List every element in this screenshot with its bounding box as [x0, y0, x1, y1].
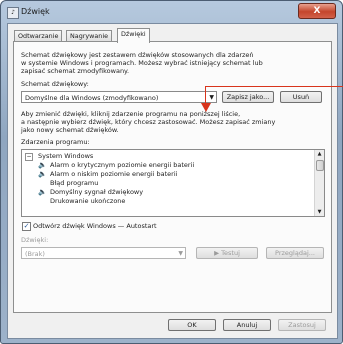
intro-line-1: Schemat dźwiękowy jest zestawem dźwięków… — [21, 51, 254, 59]
intro-line-3: zapisać schemat zmodyfikowany. — [21, 67, 130, 75]
hint-line-3: jako nowy schemat dźwięków. — [21, 126, 119, 134]
scroll-up-icon[interactable]: ▲ — [315, 150, 324, 158]
list-item-label: Domyślny sygnał dźwiękowy — [50, 188, 144, 196]
callout-arrow-head — [201, 103, 211, 112]
startup-sound-label: Odtwórz dźwięk Windows — Autostart — [33, 222, 157, 230]
list-item-label: Alarm o niskim poziomie energii baterii — [50, 170, 178, 178]
startup-sound-checkbox[interactable]: ✓ — [22, 222, 31, 231]
list-item-label: Drukowanie ukończone — [50, 197, 126, 205]
sounds-tab-panel: Schemat dźwiękowy jest zestawem dźwięków… — [13, 41, 332, 313]
list-item[interactable]: Błąd programu — [38, 179, 314, 188]
hint-line-2: a następnie wybierz dźwięk, który chcesz… — [21, 118, 276, 126]
title-bar[interactable]: ♪ Dźwięk X — [1, 1, 342, 23]
scheme-dropdown[interactable]: Domyślne dla Windows (zmodyfikowano) ▼ — [21, 91, 217, 103]
save-as-button[interactable]: Zapisz jako... — [222, 91, 274, 103]
sounds-label: Dźwięki: — [21, 236, 49, 244]
speaker-icon: 🔈 — [38, 188, 47, 196]
list-scrollbar[interactable]: ▲ ▼ — [314, 150, 324, 216]
cancel-button[interactable]: Anuluj — [223, 319, 271, 331]
callout-arrow-line — [205, 86, 343, 87]
list-item-label: Błąd programu — [50, 179, 99, 187]
scroll-thumb[interactable] — [316, 160, 324, 171]
events-label: Zdarzenia programu: — [21, 138, 90, 146]
sound-dialog-window: ♪ Dźwięk X Odtwarzanie Nagrywanie Dźwięk… — [0, 0, 343, 344]
ok-button[interactable]: OK — [168, 319, 216, 331]
speaker-app-icon: ♪ — [7, 7, 19, 19]
scheme-dropdown-value: Domyślne dla Windows (zmodyfikowano) — [25, 94, 159, 102]
tree-group-row[interactable]: − System Windows — [24, 152, 314, 161]
sounds-dropdown-value: (Brak) — [25, 250, 45, 258]
list-item[interactable]: 🔈 Domyślny sygnał dźwiękowy — [38, 188, 314, 197]
list-item[interactable]: 🔈 Alarm o niskim poziomie energii bateri… — [38, 170, 314, 179]
tab-sounds[interactable]: Dźwięki — [117, 28, 150, 43]
apply-button[interactable]: Zastosuj — [278, 319, 326, 331]
speaker-icon: 🔈 — [38, 161, 47, 169]
play-icon: ▶ — [214, 249, 220, 257]
callout-arrow-stem — [205, 86, 206, 103]
list-item[interactable]: Drukowanie ukończone — [38, 197, 314, 206]
speaker-icon: 🔈 — [38, 170, 47, 178]
intro-line-2: w systemie Windows i programach. Możesz … — [21, 59, 263, 67]
scheme-label: Schemat dźwiękowy: — [21, 80, 89, 88]
test-button-label: Testuj — [221, 249, 240, 257]
program-events-list[interactable]: − System Windows 🔈 Alarm o krytycznym po… — [21, 149, 325, 217]
close-button[interactable]: X — [298, 3, 336, 19]
delete-button[interactable]: Usuń — [280, 91, 322, 103]
window-title: Dźwięk — [21, 7, 50, 16]
browse-button[interactable]: Przeglądaj... — [266, 247, 324, 259]
scroll-down-icon[interactable]: ▼ — [315, 208, 324, 216]
dropdown-arrow-icon: ▼ — [178, 250, 183, 257]
sounds-dropdown[interactable]: (Brak) ▼ — [21, 247, 186, 259]
list-item[interactable]: 🔈 Alarm o krytycznym poziomie energii ba… — [38, 161, 314, 170]
tree-group-label: System Windows — [38, 152, 94, 160]
dialog-client-area: Odtwarzanie Nagrywanie Dźwięki Schemat d… — [7, 23, 338, 339]
collapse-icon[interactable]: − — [25, 153, 33, 161]
test-button[interactable]: ▶ Testuj — [196, 247, 258, 259]
list-item-label: Alarm o krytycznym poziomie energii bate… — [50, 161, 195, 169]
